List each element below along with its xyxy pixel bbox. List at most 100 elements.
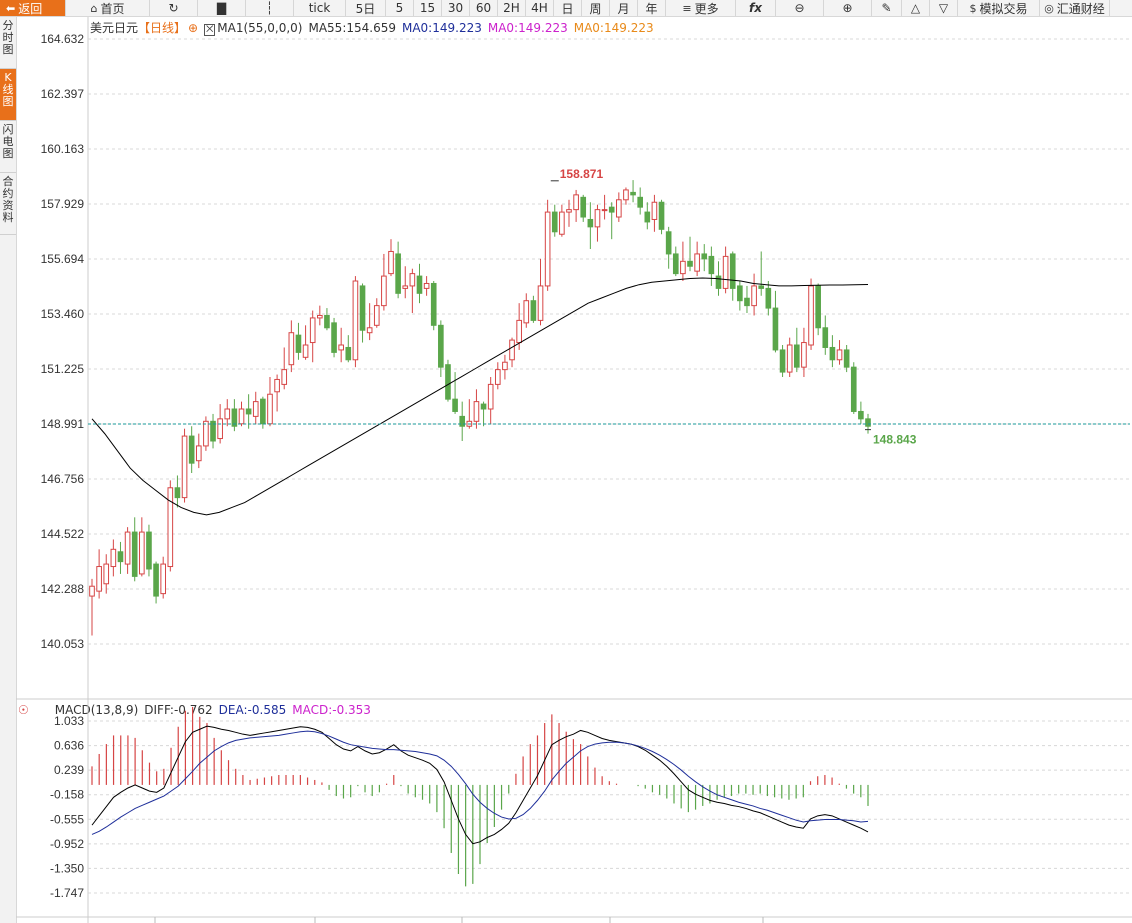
candle-body: [537, 285, 544, 321]
candle-body: [644, 211, 651, 223]
candle-body: [779, 349, 786, 373]
candle-body: [744, 297, 750, 307]
candle-body: [181, 435, 188, 499]
candle-body: [608, 206, 615, 213]
candle-body: [637, 196, 643, 208]
candle-body: [865, 418, 871, 427]
candle-body: [317, 314, 323, 319]
price-tick-label: 164.632: [41, 32, 85, 46]
candle-body: [430, 282, 437, 326]
candle-body: [487, 383, 494, 410]
price-tick-label: 155.694: [41, 252, 85, 266]
candle-body: [843, 349, 850, 368]
candle-body: [786, 344, 793, 373]
candle-body: [559, 211, 565, 235]
candle-body: [665, 231, 672, 255]
last-price-label: 148.843: [873, 433, 917, 447]
candle-body: [523, 300, 530, 324]
macd-tick-label: 0.636: [54, 739, 84, 753]
macd-tick-label: -0.158: [50, 788, 84, 802]
candle-body: [708, 255, 715, 275]
candle-body: [409, 273, 416, 287]
candle-body: [188, 435, 195, 464]
price-tick-label: 157.929: [41, 197, 85, 211]
macd-tick-label: 0.239: [54, 763, 84, 777]
candle-body: [601, 209, 608, 212]
candle-body: [331, 322, 337, 353]
candle-body: [687, 260, 693, 267]
price-tick-label: 162.397: [41, 87, 85, 101]
candle-body: [217, 418, 223, 440]
candle-body: [737, 285, 743, 302]
macd-tick-label: -1.747: [50, 886, 84, 900]
candle-body: [808, 285, 814, 346]
candle-body: [858, 410, 864, 420]
candle-body: [359, 285, 366, 331]
candle-body: [245, 408, 252, 415]
candle-body: [672, 253, 679, 275]
candle-body: [680, 260, 686, 275]
macd-tick-label: -0.952: [50, 837, 84, 851]
price-tick-label: 146.756: [41, 472, 85, 486]
candle-body: [281, 369, 288, 385]
candle-body: [651, 201, 658, 220]
candle-body: [480, 403, 487, 410]
candle-body: [195, 445, 202, 462]
price-tick-label: 142.288: [41, 582, 85, 596]
candle-body: [850, 366, 857, 412]
candle-body: [124, 531, 131, 565]
candle-body: [758, 285, 765, 289]
candle-body: [96, 566, 102, 592]
macd-tick-label: -0.555: [50, 812, 84, 826]
candle-body: [160, 563, 167, 595]
candle-body: [502, 361, 508, 371]
candle-body: [715, 275, 722, 289]
candle-body: [530, 300, 537, 321]
candle-body: [573, 194, 579, 211]
candle-body: [103, 563, 110, 585]
candle-body: [623, 189, 629, 201]
candle-body: [352, 280, 359, 361]
candle-body: [345, 346, 352, 361]
candle-body: [146, 531, 152, 570]
candle-body: [110, 548, 117, 568]
candle-body: [516, 319, 522, 344]
candle-body: [267, 393, 273, 425]
kline-chart[interactable]: 164.632 162.397 160.163 157.929 155.694 153.4…: [0, 0, 1132, 923]
candle-body: [836, 349, 843, 361]
candle-body: [658, 201, 665, 230]
candle-body: [203, 420, 209, 447]
candle-body: [822, 327, 829, 348]
candle-body: [167, 487, 174, 568]
candle-body: [459, 415, 466, 427]
candle-body: [630, 191, 636, 196]
candle-body: [765, 287, 772, 309]
candle-body: [295, 334, 302, 353]
price-tick-label: 148.991: [41, 417, 85, 431]
candle-body: [338, 344, 344, 351]
candle-body: [729, 253, 736, 289]
candle-body: [587, 218, 594, 228]
candle-body: [438, 324, 444, 368]
candle-body: [416, 275, 423, 294]
candle-body: [153, 563, 159, 597]
price-tick-label: 153.460: [41, 307, 85, 321]
candle-body: [224, 408, 231, 420]
candle-body: [324, 314, 330, 329]
candle-body: [381, 275, 387, 307]
candle-body: [473, 401, 480, 422]
candle-body: [373, 305, 380, 326]
candle-body: [722, 255, 729, 289]
candle-body: [288, 332, 295, 366]
candle-body: [252, 401, 259, 417]
candle-body: [793, 344, 800, 368]
candle-body: [566, 209, 572, 213]
candle-body: [89, 585, 95, 597]
candle-body: [701, 253, 708, 260]
macd-tick-label: -1.350: [50, 861, 84, 875]
high-price-label: 158.871: [560, 167, 604, 181]
candle-body: [139, 531, 145, 575]
candle-body: [801, 342, 807, 368]
candle-body: [309, 317, 316, 344]
candle-body: [751, 285, 757, 307]
